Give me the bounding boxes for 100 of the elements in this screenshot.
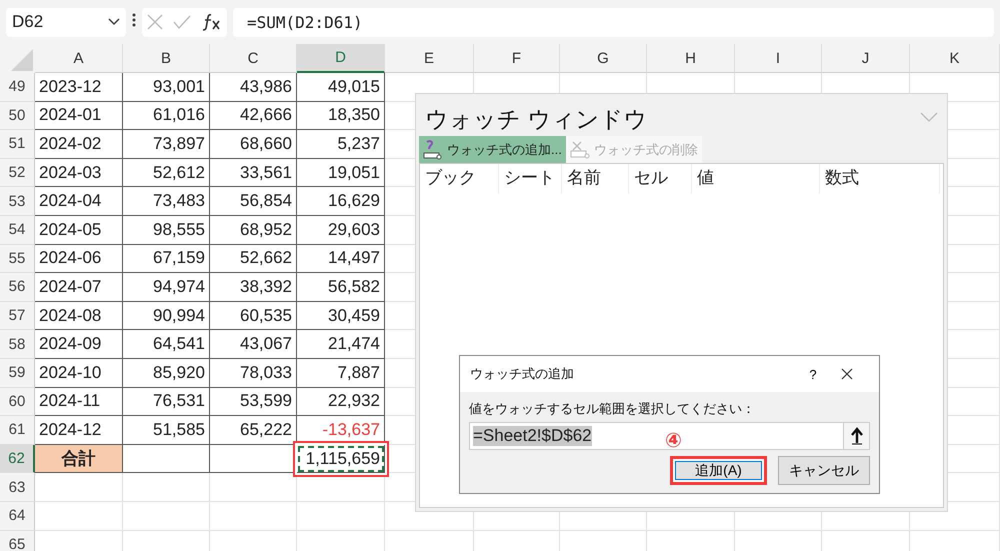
table-cell: 52,612 [123,158,210,188]
table-cell: 52,662 [210,244,297,274]
column-header[interactable]: G [560,44,647,73]
table-cell: 42,666 [210,102,297,130]
column-header[interactable]: I [735,44,822,73]
table-cell: 2024-04 [35,187,123,216]
table-cell: -13,637 [297,416,385,445]
table-cell: 98,555 [123,216,210,245]
row-header[interactable]: 55 [0,244,35,274]
table-cell: 85,920 [123,358,210,388]
column-header[interactable]: B [123,44,210,73]
row-header[interactable]: 63 [0,473,35,502]
table-cell: 19,051 [297,158,385,188]
row-header[interactable]: 61 [0,416,35,445]
table-cell: 73,897 [123,130,210,159]
table-cell: 61,016 [123,102,210,130]
chevron-down-icon [108,18,120,26]
table-cell: 68,952 [210,216,297,245]
row-header[interactable]: 65 [0,530,35,551]
table-cell: 14,497 [297,244,385,274]
column-header: 数式 [820,164,940,194]
table-cell: 33,561 [210,158,297,188]
column-header[interactable]: D [297,44,385,73]
table-cell: 2024-08 [35,302,123,330]
add-button[interactable]: 追加(A) [670,456,767,485]
table-cell: 22,932 [297,388,385,416]
column-header[interactable]: F [474,44,560,73]
dialog-title: ウォッチ式の追加 [470,365,575,383]
function-icon[interactable] [202,13,222,31]
row-header[interactable]: 62 [0,444,35,474]
table-cell: 2024-01 [35,102,123,130]
column-header[interactable]: J [822,44,910,73]
delete-watch-icon [570,140,590,160]
table-cell: 2024-06 [35,244,123,274]
help-button[interactable]: ? [793,366,833,382]
column-header: 値 [692,164,820,194]
row-header[interactable]: 59 [0,358,35,388]
table-cell: 43,986 [210,73,297,102]
column-header[interactable]: H [647,44,735,73]
cancel-icon[interactable] [147,14,164,30]
check-icon[interactable] [173,15,192,29]
table-cell: 93,001 [123,73,210,102]
table-cell: 18,350 [297,102,385,130]
table-cell: 7,887 [297,358,385,388]
column-header: ブック [420,164,499,194]
table-cell: 29,603 [297,216,385,245]
total-label-cell: 合計 [35,444,123,474]
table-cell: 2023-12 [35,73,123,102]
add-watch-icon [423,140,443,160]
row-header[interactable]: 57 [0,302,35,330]
table-cell: 43,067 [210,330,297,359]
chevron-down-icon[interactable] [920,112,938,122]
table-cell: 60,535 [210,302,297,330]
table-cell: 90,994 [123,302,210,330]
row-header[interactable]: 50 [0,102,35,130]
select-all-icon[interactable] [11,49,33,71]
row-header[interactable]: 52 [0,158,35,188]
row-header[interactable]: 64 [0,502,35,530]
table-cell: 53,599 [210,388,297,416]
row-header[interactable]: 56 [0,273,35,302]
close-icon[interactable] [841,368,853,380]
table-cell: 51,585 [123,416,210,445]
table-cell: 56,854 [210,187,297,216]
row-header[interactable]: 49 [0,73,35,102]
prompt-text: 値をウォッチするセル範囲を選択してください： [469,400,756,418]
table-cell: 78,033 [210,358,297,388]
table-cell: 56,582 [297,273,385,302]
formula-field[interactable]: =SUM(D2:D61) [233,8,994,36]
table-cell: 67,159 [123,244,210,274]
table-cell: 2024-07 [35,273,123,302]
table-cell: 5,237 [297,130,385,159]
table-cell: 30,459 [297,302,385,330]
table-cell: 73,483 [123,187,210,216]
column-header: 名前 [562,164,629,194]
table-cell: 2024-02 [35,130,123,159]
table-cell: 2024-10 [35,358,123,388]
column-header[interactable]: C [210,44,297,73]
column-header[interactable]: K [910,44,1000,73]
more-icon[interactable] [132,12,136,26]
row-header[interactable]: 60 [0,388,35,416]
name-box[interactable]: D62 [6,8,126,36]
table-cell: 2024-05 [35,216,123,245]
row-header[interactable]: 53 [0,187,35,216]
table-cell: 68,660 [210,130,297,159]
table-cell: 38,392 [210,273,297,302]
column-header[interactable]: A [35,44,123,73]
column-header[interactable]: E [385,44,474,73]
cancel-button[interactable]: キャンセル [778,456,870,485]
row-header[interactable]: 54 [0,216,35,245]
table-cell: 76,531 [123,388,210,416]
column-header: セル [629,164,692,194]
table-cell: 94,974 [123,273,210,302]
table-cell: 2024-09 [35,330,123,359]
table-cell: 49,015 [297,73,385,102]
window-title: ウォッチ ウィンドウ [425,105,648,134]
row-header[interactable]: 58 [0,330,35,359]
row-header[interactable]: 51 [0,130,35,159]
add-watch-button[interactable]: ウォッチ式の追加... [419,136,566,163]
table-cell: 64,541 [123,330,210,359]
table-cell: 21,474 [297,330,385,359]
